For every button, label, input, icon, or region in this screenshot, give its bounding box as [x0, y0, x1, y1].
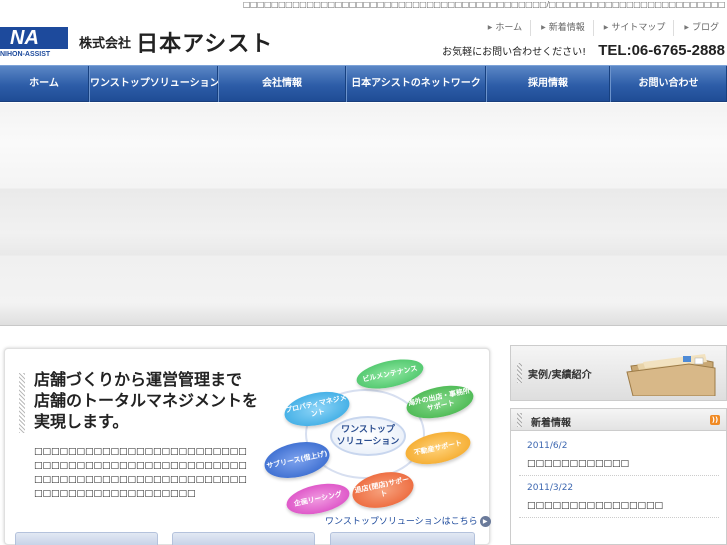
- bottom-tab-2[interactable]: [172, 532, 315, 545]
- contact-line: お気軽にお問い合わせください! TEL:06-6765-2888: [442, 40, 725, 59]
- site-logo[interactable]: NA NIHON-ASSIST: [0, 27, 70, 63]
- company-name: 株式会社 日本アシスト: [79, 26, 274, 57]
- news-divider: [519, 517, 719, 518]
- news-item[interactable]: 2011/6/2 □□□□□□□□□□□□: [527, 439, 717, 471]
- heading-stripe: [517, 413, 522, 427]
- nav-one-stop-solution[interactable]: ワンストップソリューション: [89, 66, 220, 102]
- solution-description: □□□□□□□□□□□□□□□□□□□□□□□□□□□□□□□□□□□□□□□□…: [34, 447, 247, 499]
- main-content: 店舗づくりから運営管理まで 店舗のトータルマネジメントを 実現します。 □□□□…: [0, 327, 727, 545]
- util-link-home[interactable]: ▶ ホーム: [478, 20, 530, 36]
- arrow-right-icon: ▶: [603, 24, 609, 31]
- logo-subtitle: NIHON-ASSIST: [0, 51, 51, 58]
- arrow-right-icon: ▶: [541, 24, 546, 31]
- solution-diagram[interactable]: ワンストップ ソリューション ビルメンテナンス 海外の出店・事務所サポート プロ…: [260, 354, 480, 520]
- bottom-tab-1[interactable]: [15, 532, 158, 545]
- util-link-news[interactable]: ▶ 新着情報: [530, 20, 593, 36]
- hero-banner: [0, 103, 727, 326]
- phone-number[interactable]: TEL:06-6765-2888: [598, 42, 725, 59]
- util-link-blog[interactable]: ▶ ブログ: [673, 20, 727, 36]
- solution-headline: 店舗づくりから運営管理まで 店舗のトータルマネジメントを 実現します。: [34, 370, 259, 431]
- nav-company[interactable]: 会社情報: [218, 66, 346, 102]
- news-date: 2011/3/22: [527, 483, 574, 493]
- nav-recruit[interactable]: 採用情報: [486, 66, 610, 102]
- rss-icon[interactable]: )): [710, 415, 720, 425]
- top-strip: □□□□□□□□□□□□□□□□□□□□□□□□□□□□□□□□□□□□□□□□…: [0, 0, 727, 10]
- page: □□□□□□□□□□□□□□□□□□□□□□□□□□□□□□□□□□□□□□□□…: [0, 0, 727, 545]
- nav-network[interactable]: 日本アシストのネットワーク: [346, 66, 486, 102]
- diagram-item-building-maintenance: ビルメンテナンス: [354, 354, 426, 394]
- header: NA NIHON-ASSIST 株式会社 日本アシスト ▶ ホーム ▶ 新着情報 ▶…: [0, 10, 727, 65]
- logo-letters: NA: [10, 27, 39, 49]
- news-title: 新着情報: [531, 418, 571, 429]
- utility-nav: ▶ ホーム ▶ 新着情報 ▶ サイトマップ ▶ ブログ: [478, 20, 727, 36]
- site-tagline: □□□□□□□□□□□□□□□□□□□□□□□□□□□□□□□□□□□□□□□□…: [242, 0, 726, 9]
- global-nav: ホーム ワンストップソリューション 会社情報 日本アシストのネットワーク 採用情…: [0, 65, 727, 102]
- contact-text: お気軽にお問い合わせください!: [442, 47, 587, 58]
- news-item-title[interactable]: □□□□□□□□□□□□□□□□: [527, 499, 717, 513]
- cases-banner[interactable]: 実例/実績紹介: [510, 345, 727, 401]
- news-header: 新着情報 )): [511, 409, 726, 431]
- cases-label: 実例/実績紹介: [528, 370, 592, 381]
- heading-stripe: [19, 373, 25, 433]
- arrow-right-icon: ▶: [487, 24, 493, 31]
- logo-mark: NA: [0, 27, 68, 49]
- file-folder-icon: [626, 354, 716, 396]
- nav-home[interactable]: ホーム: [0, 66, 89, 102]
- heading-stripe: [517, 363, 522, 383]
- bottom-tab-3[interactable]: [330, 532, 475, 545]
- company-prefix: 株式会社: [79, 36, 132, 52]
- nav-contact[interactable]: お問い合わせ: [610, 66, 727, 102]
- util-link-sitemap[interactable]: ▶ サイトマップ: [592, 20, 674, 36]
- company-title: 日本アシスト: [136, 32, 274, 57]
- news-date: 2011/6/2: [527, 441, 568, 451]
- one-stop-solution-link[interactable]: ワンストップソリューションはこちら ▶: [325, 514, 491, 527]
- news-item-title[interactable]: □□□□□□□□□□□□: [527, 457, 717, 471]
- arrow-right-icon: ▶: [684, 24, 689, 31]
- solution-panel: 店舗づくりから運営管理まで 店舗のトータルマネジメントを 実現します。 □□□□…: [4, 348, 491, 545]
- news-panel: 新着情報 )) 2011/6/2 □□□□□□□□□□□□ 2011/3/22 …: [510, 408, 727, 545]
- news-item[interactable]: 2011/3/22 □□□□□□□□□□□□□□□□: [527, 481, 717, 513]
- diagram-center: ワンストップ ソリューション: [330, 416, 406, 456]
- news-divider: [519, 475, 719, 476]
- play-arrow-icon: ▶: [479, 516, 491, 527]
